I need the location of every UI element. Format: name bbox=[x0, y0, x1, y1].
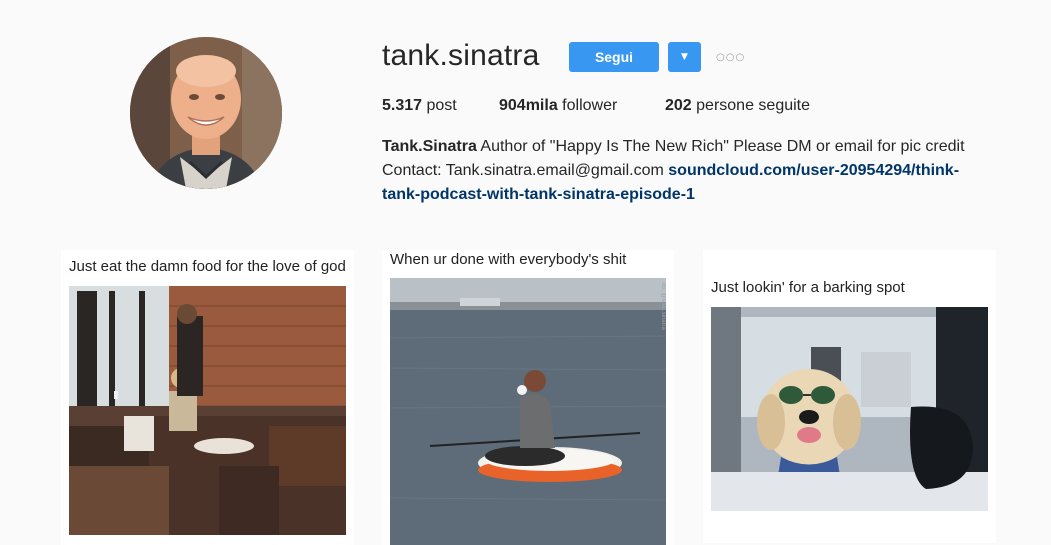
svg-text:IG: @tank.sinatra: IG: @tank.sinatra bbox=[660, 283, 666, 330]
following-count-label: persone seguite bbox=[696, 97, 811, 114]
post-caption: Just lookin' for a barking spot bbox=[711, 279, 905, 296]
profile-avatar bbox=[130, 37, 282, 189]
post-caption: When ur done with everybody's shit bbox=[390, 251, 627, 268]
bio-link-part-1: soundcloud.com/user-20954294/think- bbox=[668, 162, 960, 179]
avatar-photo bbox=[130, 37, 282, 189]
bio-line-1: Tank.Sinatra Author of "Happy Is The New… bbox=[382, 135, 1002, 159]
followers-count[interactable]: 904mila follower bbox=[499, 96, 617, 116]
posts-count-value: 5.317 bbox=[382, 97, 423, 114]
chevron-down-icon: ▼ bbox=[681, 52, 688, 62]
suggestions-dropdown-button[interactable]: ▼ bbox=[668, 42, 701, 72]
more-options-button[interactable]: ○○○ bbox=[716, 48, 744, 66]
posts-count-label: post bbox=[426, 97, 457, 114]
profile-username: tank.sinatra bbox=[382, 39, 540, 72]
post-tile[interactable]: Just eat the damn food for the love of g… bbox=[61, 250, 354, 545]
bio-line-2: Contact: Tank.sinatra.email@gmail.com so… bbox=[382, 159, 1002, 183]
paddleboard-photo: IG: @tank.sinatra bbox=[390, 278, 666, 545]
post-tile[interactable]: Just lookin' for a barking spot bbox=[703, 250, 996, 543]
more-options-icon: ○○○ bbox=[716, 51, 746, 63]
bio-description: Author of "Happy Is The New Rich" Please… bbox=[476, 138, 965, 155]
following-count[interactable]: 202 persone seguite bbox=[665, 96, 810, 116]
followers-count-label: follower bbox=[562, 97, 618, 114]
bio-link-continued[interactable]: tank-podcast-with-tank-sinatra-episode-1 bbox=[382, 186, 695, 203]
bio-full-name: Tank.Sinatra bbox=[382, 138, 477, 155]
post-tile[interactable]: When ur done with everybody's shit IG: @… bbox=[382, 250, 674, 545]
bio-line-3: tank-podcast-with-tank-sinatra-episode-1 bbox=[382, 183, 1002, 207]
following-count-value: 202 bbox=[665, 97, 692, 114]
bio-link[interactable]: soundcloud.com/user-20954294/think- bbox=[668, 162, 959, 179]
post-caption: Just eat the damn food for the love of g… bbox=[69, 258, 346, 275]
follow-button[interactable]: Segui bbox=[569, 42, 659, 72]
posts-count: 5.317 post bbox=[382, 96, 457, 116]
restaurant-photo bbox=[69, 286, 346, 535]
profile-bio: Tank.Sinatra Author of "Happy Is The New… bbox=[382, 135, 1002, 207]
bio-contact: Contact: Tank.sinatra.email@gmail.com bbox=[382, 162, 669, 179]
bio-link-part-2: tank-podcast-with-tank-sinatra-episode-1 bbox=[382, 186, 695, 203]
followers-count-value: 904mila bbox=[499, 97, 558, 114]
dog-in-car-photo bbox=[711, 307, 988, 511]
